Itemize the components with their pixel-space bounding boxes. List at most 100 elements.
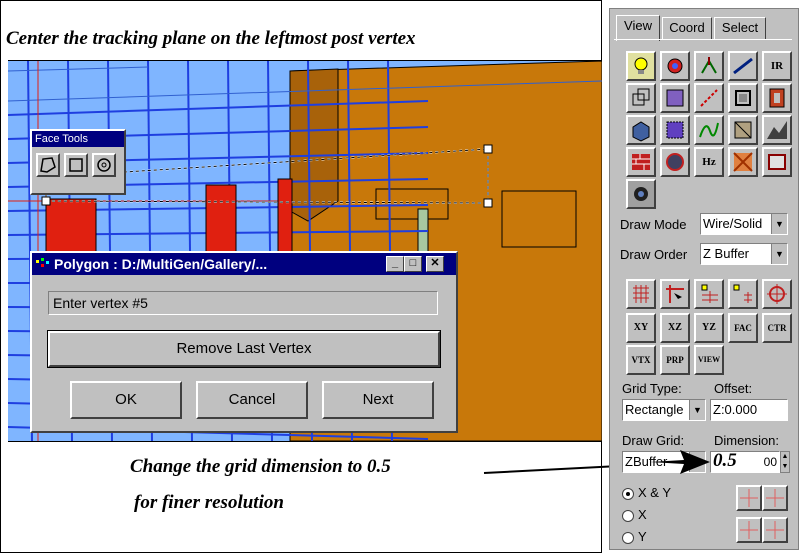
app-icon	[36, 258, 50, 270]
brick-icon	[632, 154, 650, 170]
draw-mode-select[interactable]: Wire/Solid ▼	[700, 213, 788, 235]
lightbulb-icon	[634, 57, 648, 74]
draw-order-select[interactable]: Z Buffer ▼	[700, 243, 788, 265]
normals-button[interactable]	[694, 51, 724, 81]
window-icon	[735, 90, 751, 106]
ir-button[interactable]: IR	[762, 51, 792, 81]
dialog-title: Polygon : D:/MultiGen/Gallery/...	[54, 256, 268, 272]
solid-cube-button[interactable]	[626, 115, 656, 145]
texture-button[interactable]	[728, 115, 758, 145]
dialog-title-bar[interactable]: Polygon : D:/MultiGen/Gallery/... _ □ ✕	[32, 253, 456, 275]
radio-dot	[622, 487, 634, 500]
vertex-4	[41, 196, 51, 206]
crosshair-button[interactable]	[762, 279, 792, 309]
tab-coord[interactable]: Coord	[662, 17, 712, 39]
light-toggle-button[interactable]	[626, 51, 656, 81]
maximize-button[interactable]: □	[404, 256, 422, 272]
cube-wire-button[interactable]	[626, 83, 656, 113]
radio-xy-label: X & Y	[638, 485, 672, 500]
hz-button[interactable]: Hz	[694, 147, 724, 177]
grid-snap-icon	[733, 284, 752, 303]
face-tools-title: Face Tools	[32, 131, 124, 147]
tab-select[interactable]: Select	[714, 17, 766, 39]
frame-button[interactable]	[762, 83, 792, 113]
viewport-3d[interactable]: Face Tools Polygon : D:/MultiGen/Gallery…	[8, 60, 602, 442]
minimize-button[interactable]: _	[386, 256, 404, 272]
track-plane-button[interactable]	[660, 279, 690, 309]
close-button[interactable]: ✕	[426, 256, 444, 272]
remove-last-vertex-button[interactable]: Remove Last Vertex	[47, 330, 441, 368]
rectangle-tool-button[interactable]	[64, 153, 88, 177]
curve-button[interactable]	[694, 115, 724, 145]
caption-line-1: Change the grid dimension to 0.5	[130, 456, 391, 477]
cube-wire-icon	[632, 88, 650, 106]
radio-y[interactable]: Y	[622, 529, 647, 544]
polygon-icon	[40, 157, 56, 173]
grid-type-label: Grid Type:	[622, 381, 682, 396]
radio-dot	[622, 531, 634, 544]
quad-grid-button-3[interactable]	[736, 517, 762, 543]
dimension-spinner[interactable]: ▲ ▼	[780, 451, 790, 473]
sphere-icon	[666, 153, 684, 171]
dimension-input[interactable]: 0.5 00	[710, 451, 780, 473]
next-button[interactable]: Next	[322, 381, 434, 419]
radio-x[interactable]: X	[622, 507, 647, 522]
quad-grid-icon	[740, 489, 758, 507]
draw-grid-label: Draw Grid:	[622, 433, 685, 448]
lod-button[interactable]	[762, 147, 792, 177]
face-tools-palette[interactable]: Face Tools	[30, 129, 126, 195]
red-post-3	[277, 178, 293, 260]
quad-grid-button-2[interactable]	[762, 485, 788, 511]
quad-grid-button-1[interactable]	[736, 485, 762, 511]
plane-vertex-button[interactable]: VTX	[626, 345, 656, 375]
grid-snap-button[interactable]	[728, 279, 758, 309]
offset-input[interactable]: Z:0.000	[710, 399, 788, 421]
plane-view-button[interactable]: VIEW	[694, 345, 724, 375]
chevron-down-icon: ▼	[689, 400, 705, 420]
polygon-dialog[interactable]: Polygon : D:/MultiGen/Gallery/... _ □ ✕ …	[30, 251, 458, 433]
line-button[interactable]	[728, 51, 758, 81]
radio-xy[interactable]: X & Y	[622, 485, 671, 500]
frame-icon	[769, 88, 785, 108]
vertex-path-button[interactable]	[694, 83, 724, 113]
cancel-button[interactable]: Cancel	[196, 381, 308, 419]
lod-icon	[768, 154, 786, 170]
red-post-1	[45, 198, 97, 260]
radio-y-label: Y	[638, 529, 647, 544]
pattern-button[interactable]	[728, 147, 758, 177]
sphere-button[interactable]	[660, 147, 690, 177]
chevron-down-icon: ▼	[771, 214, 787, 234]
plane-yz-button[interactable]: YZ	[694, 313, 724, 343]
shade-button[interactable]	[660, 51, 690, 81]
brick-button[interactable]	[626, 147, 656, 177]
solid-cube-icon	[632, 121, 650, 142]
grid-type-select[interactable]: Rectangle ▼	[622, 399, 706, 421]
dimension-arrow	[650, 450, 710, 474]
plane-xy-button[interactable]: XY	[626, 313, 656, 343]
quad-grid-icon	[766, 489, 784, 507]
tab-view[interactable]: View	[616, 15, 660, 41]
ok-button[interactable]: OK	[70, 381, 182, 419]
circle-tool-button[interactable]	[92, 153, 116, 177]
plane-xz-button[interactable]: XZ	[660, 313, 690, 343]
window-button[interactable]	[728, 83, 758, 113]
quad-grid-button-4[interactable]	[762, 517, 788, 543]
plane-property-button[interactable]: PRP	[660, 345, 690, 375]
bounding-button[interactable]	[660, 115, 690, 145]
curve-icon	[699, 122, 719, 138]
line-icon	[733, 57, 753, 75]
plane-face-button[interactable]: FAC	[728, 313, 758, 343]
gear-shade-icon	[667, 58, 683, 74]
polygon-tool-button[interactable]	[36, 153, 60, 177]
terrain-button[interactable]	[762, 115, 792, 145]
face-select-button[interactable]	[660, 83, 690, 113]
grid-toggle-button[interactable]	[626, 279, 656, 309]
grid-type-value: Rectangle	[625, 402, 684, 417]
grid-origin-button[interactable]	[694, 279, 724, 309]
building-shadow	[289, 68, 339, 222]
snap-button[interactable]	[626, 179, 656, 209]
plane-center-button[interactable]: CTR	[762, 313, 792, 343]
snap-icon	[634, 187, 648, 201]
pattern-icon	[733, 152, 753, 172]
normals-icon	[701, 57, 717, 74]
